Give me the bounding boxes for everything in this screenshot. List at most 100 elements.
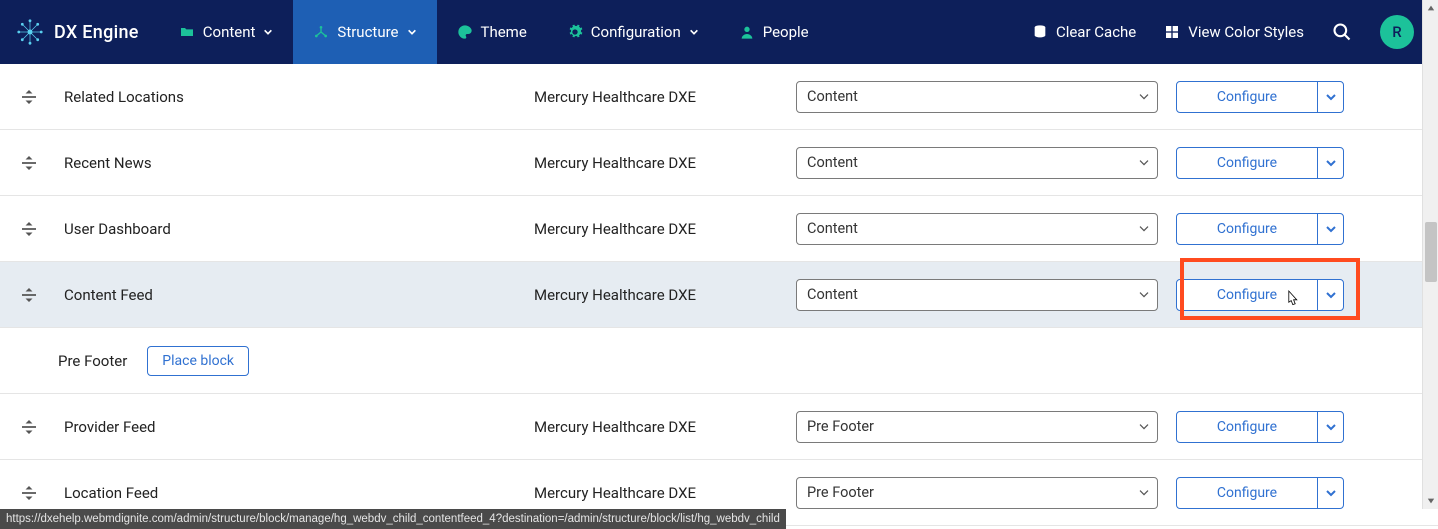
operations-toggle[interactable]: [1317, 478, 1343, 508]
nav-structure[interactable]: Structure: [293, 0, 436, 64]
region-select[interactable]: Pre Footer: [796, 411, 1158, 443]
table-row: Content Feed Mercury Healthcare DXE Cont…: [0, 262, 1438, 328]
chevron-down-icon: [407, 27, 417, 37]
nav-label: Structure: [337, 23, 398, 41]
drag-handle-icon[interactable]: [20, 288, 38, 302]
nav-label: Configuration: [591, 23, 681, 41]
region-value: Content: [807, 220, 858, 237]
configure-button[interactable]: Configure: [1177, 82, 1317, 112]
nav-label: Content: [203, 23, 256, 41]
structure-icon: [313, 24, 329, 40]
block-category: Mercury Healthcare DXE: [534, 88, 796, 106]
configure-button[interactable]: Configure: [1177, 412, 1317, 442]
chevron-down-icon: [1139, 93, 1149, 101]
nav-people[interactable]: People: [719, 0, 829, 64]
top-bar: DX Engine Content Structure Theme Config…: [0, 0, 1438, 64]
block-title: Related Locations: [58, 88, 534, 106]
operations-toggle[interactable]: [1317, 148, 1343, 178]
table-row: Provider Feed Mercury Healthcare DXE Pre…: [0, 394, 1438, 460]
place-block-button[interactable]: Place block: [147, 346, 249, 376]
drag-handle-icon[interactable]: [20, 486, 38, 500]
operations-toggle[interactable]: [1317, 214, 1343, 244]
operations-dropbutton: Configure: [1176, 81, 1344, 113]
status-url: https://dxehelp.webmdignite.com/admin/st…: [6, 513, 780, 525]
palette-icon: [457, 24, 473, 40]
region-value: Content: [807, 88, 858, 105]
brand-text: DX Engine: [54, 22, 139, 43]
region-header-prefooter: Pre Footer Place block: [0, 328, 1438, 394]
nav-label: Theme: [481, 23, 527, 41]
operations-dropbutton: Configure: [1176, 477, 1344, 509]
top-bar-right: Clear Cache View Color Styles R: [1032, 15, 1430, 49]
block-table: Related Locations Mercury Healthcare DXE…: [0, 64, 1438, 526]
swatch-icon: [1164, 24, 1180, 40]
main-nav: Content Structure Theme Configuration Pe…: [159, 0, 829, 64]
clear-cache-button[interactable]: Clear Cache: [1032, 23, 1136, 41]
nav-configuration[interactable]: Configuration: [547, 0, 719, 64]
chevron-down-icon: [1139, 159, 1149, 167]
scroll-up-button[interactable]: [1423, 0, 1438, 16]
operations-dropbutton: Configure: [1176, 213, 1344, 245]
region-select[interactable]: Content: [796, 147, 1158, 179]
region-select[interactable]: Content: [796, 81, 1158, 113]
nav-label: People: [763, 23, 809, 41]
chevron-down-icon: [1139, 225, 1149, 233]
table-row: Related Locations Mercury Healthcare DXE…: [0, 64, 1438, 130]
block-category: Mercury Healthcare DXE: [534, 286, 796, 304]
avatar-initial: R: [1392, 23, 1401, 41]
table-row: User Dashboard Mercury Healthcare DXE Co…: [0, 196, 1438, 262]
scroll-thumb[interactable]: [1425, 222, 1437, 282]
operations-toggle[interactable]: [1317, 412, 1343, 442]
region-value: Pre Footer: [807, 484, 874, 501]
configure-button[interactable]: Configure: [1177, 214, 1317, 244]
drag-handle-icon[interactable]: [20, 222, 38, 236]
block-title: Location Feed: [58, 484, 534, 502]
operations-dropbutton: Configure: [1176, 147, 1344, 179]
region-title: Pre Footer: [58, 352, 127, 370]
avatar[interactable]: R: [1380, 15, 1414, 49]
operations-dropbutton: Configure: [1176, 411, 1344, 443]
status-bar: https://dxehelp.webmdignite.com/admin/st…: [0, 509, 786, 529]
scroll-down-button[interactable]: [1423, 493, 1438, 509]
chevron-down-icon: [1139, 291, 1149, 299]
person-icon: [739, 24, 755, 40]
block-category: Mercury Healthcare DXE: [534, 220, 796, 238]
block-title: Recent News: [58, 154, 534, 172]
region-value: Pre Footer: [807, 418, 874, 435]
database-icon: [1032, 24, 1048, 40]
operations-toggle[interactable]: [1317, 280, 1343, 310]
util-label: View Color Styles: [1188, 23, 1304, 41]
block-title: User Dashboard: [58, 220, 534, 238]
logo-icon: [16, 18, 44, 46]
folder-icon: [179, 24, 195, 40]
region-select[interactable]: Pre Footer: [796, 477, 1158, 509]
nav-theme[interactable]: Theme: [437, 0, 547, 64]
operations-toggle[interactable]: [1317, 82, 1343, 112]
gear-icon: [567, 24, 583, 40]
configure-button[interactable]: Configure: [1177, 280, 1317, 310]
drag-handle-icon[interactable]: [20, 90, 38, 104]
chevron-down-icon: [689, 27, 699, 37]
region-value: Content: [807, 154, 858, 171]
region-select[interactable]: Content: [796, 213, 1158, 245]
drag-handle-icon[interactable]: [20, 420, 38, 434]
view-color-styles-button[interactable]: View Color Styles: [1164, 23, 1304, 41]
brand[interactable]: DX Engine: [16, 18, 159, 46]
chevron-down-icon: [1139, 489, 1149, 497]
nav-content[interactable]: Content: [159, 0, 294, 64]
block-category: Mercury Healthcare DXE: [534, 484, 796, 502]
region-value: Content: [807, 286, 858, 303]
configure-button[interactable]: Configure: [1177, 148, 1317, 178]
block-category: Mercury Healthcare DXE: [534, 154, 796, 172]
block-title: Provider Feed: [58, 418, 534, 436]
util-label: Clear Cache: [1056, 23, 1136, 41]
block-title: Content Feed: [58, 286, 534, 304]
drag-handle-icon[interactable]: [20, 156, 38, 170]
chevron-down-icon: [1139, 423, 1149, 431]
region-select[interactable]: Content: [796, 279, 1158, 311]
configure-button[interactable]: Configure: [1177, 478, 1317, 508]
vertical-scrollbar[interactable]: [1422, 0, 1438, 509]
search-icon[interactable]: [1332, 22, 1352, 42]
block-category: Mercury Healthcare DXE: [534, 418, 796, 436]
table-row: Recent News Mercury Healthcare DXE Conte…: [0, 130, 1438, 196]
